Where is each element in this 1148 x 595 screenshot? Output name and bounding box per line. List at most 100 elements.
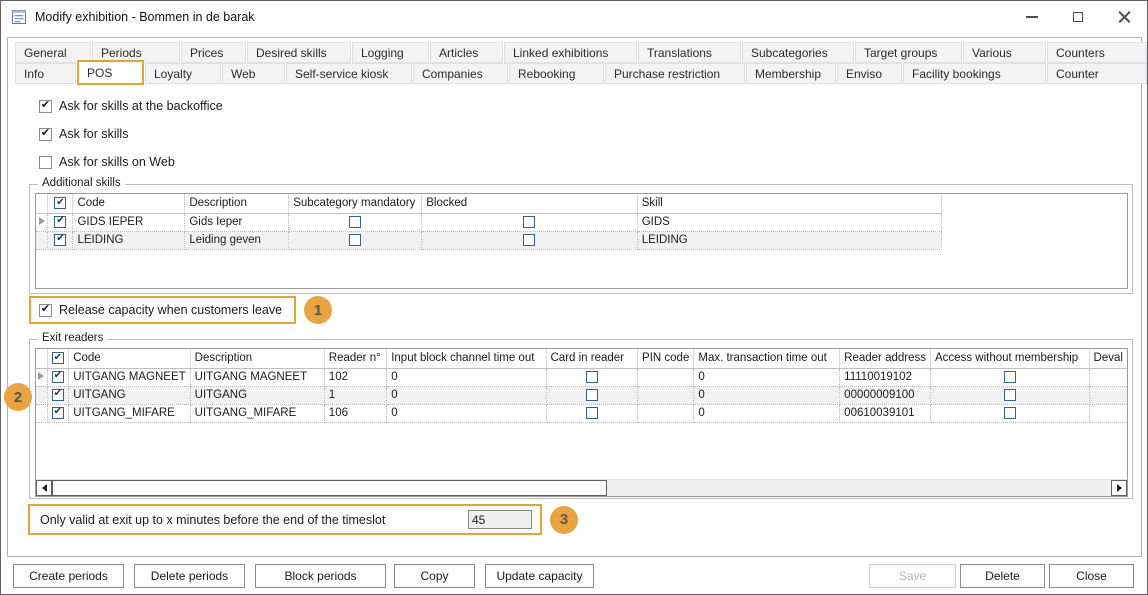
row-checkbox[interactable] — [52, 371, 64, 383]
cell-reader-n[interactable]: 1 — [324, 386, 386, 404]
cell-code[interactable]: LEIDING — [73, 231, 185, 249]
row-selector[interactable] — [36, 404, 47, 422]
tab-target-groups[interactable]: Target groups — [855, 42, 962, 63]
cell-max-transaction[interactable]: 0 — [694, 404, 840, 422]
cell-reader-n[interactable]: 106 — [324, 404, 386, 422]
cell-access-without-membership[interactable] — [931, 368, 1090, 386]
tab-subcategories[interactable]: Subcategories — [742, 42, 854, 63]
cell-pin-code[interactable] — [638, 368, 694, 386]
cell-subcategory-mandatory[interactable] — [289, 231, 422, 249]
cell-pin-code[interactable] — [638, 404, 694, 422]
cell-checkbox[interactable] — [586, 371, 598, 383]
cell-code[interactable]: UITGANG — [69, 386, 190, 404]
tab-companies[interactable]: Companies — [413, 63, 508, 84]
tab-rebooking[interactable]: Rebooking — [509, 63, 604, 84]
cell-card-in-reader[interactable] — [546, 368, 638, 386]
row-check-cell[interactable] — [47, 404, 69, 422]
col-header-blocked[interactable]: Blocked — [422, 194, 638, 213]
row-checkbox[interactable] — [52, 407, 64, 419]
tab-counters[interactable]: Counters — [1047, 42, 1147, 63]
tab-pos[interactable]: POS — [77, 60, 144, 85]
tab-loyalty[interactable]: Loyalty — [145, 63, 221, 84]
cell-description[interactable]: Gids Ieper — [185, 213, 289, 231]
horizontal-scrollbar[interactable] — [36, 479, 1127, 496]
cell-skill[interactable]: GIDS — [637, 213, 941, 231]
cell-deval[interactable] — [1089, 404, 1127, 422]
cell-checkbox[interactable] — [523, 216, 535, 228]
delete-button[interactable]: Delete — [960, 564, 1045, 588]
cell-skill[interactable]: LEIDING — [637, 231, 941, 249]
col-header-pin-code[interactable]: PIN code — [638, 349, 694, 368]
col-header-max-transaction[interactable]: Max. transaction time out — [694, 349, 840, 368]
row-checkbox[interactable] — [52, 389, 64, 401]
cell-code[interactable]: GIDS IEPER — [73, 213, 185, 231]
tab-prices[interactable]: Prices — [181, 42, 246, 63]
close-button[interactable] — [1101, 1, 1147, 32]
cell-blocked[interactable] — [422, 231, 638, 249]
tab-enviso[interactable]: Enviso — [837, 63, 902, 84]
col-header-code[interactable]: Code — [73, 194, 185, 213]
row-checkbox[interactable] — [54, 234, 66, 246]
copy-button[interactable]: Copy — [394, 564, 475, 588]
tab-membership[interactable]: Membership — [746, 63, 836, 84]
select-all-checkbox[interactable] — [52, 352, 64, 364]
col-header-card-in-reader[interactable]: Card in reader — [546, 349, 638, 368]
cell-pin-code[interactable] — [638, 386, 694, 404]
tab-logging[interactable]: Logging — [352, 42, 429, 63]
col-header-skill[interactable]: Skill — [637, 194, 941, 213]
table-row[interactable]: UITGANG_MIFARE UITGANG_MIFARE 106 0 0 00… — [36, 404, 1127, 422]
checkbox-ask-skills-backoffice[interactable]: Ask for skills at the backoffice — [39, 99, 223, 113]
cell-reader-address[interactable]: 00000009100 — [840, 386, 931, 404]
col-header-description[interactable]: Description — [190, 349, 324, 368]
row-checkbox[interactable] — [54, 216, 66, 228]
cell-checkbox[interactable] — [523, 234, 535, 246]
tab-purchase-restriction[interactable]: Purchase restriction — [605, 63, 745, 84]
tab-articles[interactable]: Articles — [430, 42, 503, 63]
cell-max-transaction[interactable]: 0 — [694, 386, 840, 404]
table-row[interactable]: GIDS IEPER Gids Ieper GIDS — [36, 213, 1127, 231]
select-all-checkbox[interactable] — [54, 197, 66, 209]
save-button[interactable]: Save — [869, 564, 956, 588]
select-all-header[interactable] — [48, 194, 73, 213]
table-row[interactable]: UITGANG UITGANG 1 0 0 00000009100 — [36, 386, 1127, 404]
cell-access-without-membership[interactable] — [931, 404, 1090, 422]
row-check-cell[interactable] — [47, 368, 69, 386]
cell-reader-n[interactable]: 102 — [324, 368, 386, 386]
cell-code[interactable]: UITGANG_MIFARE — [69, 404, 190, 422]
tab-self-service-kiosk[interactable]: Self-service kiosk — [286, 63, 412, 84]
cell-input-block[interactable]: 0 — [387, 386, 546, 404]
cell-checkbox[interactable] — [349, 234, 361, 246]
cell-checkbox[interactable] — [1004, 389, 1016, 401]
maximize-button[interactable] — [1055, 1, 1101, 32]
cell-access-without-membership[interactable] — [931, 386, 1090, 404]
cell-code[interactable]: UITGANG MAGNEET — [69, 368, 190, 386]
col-header-input-block[interactable]: Input block channel time out — [387, 349, 546, 368]
col-header-description[interactable]: Description — [185, 194, 289, 213]
checkbox-ask-skills[interactable]: Ask for skills — [39, 127, 128, 141]
cell-description[interactable]: UITGANG_MIFARE — [190, 404, 324, 422]
tab-info[interactable]: Info — [15, 63, 76, 84]
tab-web[interactable]: Web — [222, 63, 285, 84]
checkbox-icon[interactable] — [39, 156, 52, 169]
select-all-header[interactable] — [47, 349, 69, 368]
tab-counter[interactable]: Counter — [1047, 63, 1147, 84]
cell-input-block[interactable]: 0 — [387, 368, 546, 386]
table-row[interactable]: UITGANG MAGNEET UITGANG MAGNEET 102 0 0 … — [36, 368, 1127, 386]
col-header-subcategory-mandatory[interactable]: Subcategory mandatory — [289, 194, 422, 213]
cell-max-transaction[interactable]: 0 — [694, 368, 840, 386]
tab-desired-skills[interactable]: Desired skills — [247, 42, 351, 63]
tab-various[interactable]: Various — [963, 42, 1046, 63]
update-capacity-button[interactable]: Update capacity — [485, 564, 594, 588]
checkbox-icon[interactable] — [39, 128, 52, 141]
tab-linked-exhibitions[interactable]: Linked exhibitions — [504, 42, 637, 63]
col-header-reader-n[interactable]: Reader n° — [324, 349, 386, 368]
cell-checkbox[interactable] — [349, 216, 361, 228]
cell-description[interactable]: UITGANG — [190, 386, 324, 404]
cell-reader-address[interactable]: 00610039101 — [840, 404, 931, 422]
tab-translations[interactable]: Translations — [638, 42, 741, 63]
table-row[interactable]: LEIDING Leiding geven LEIDING — [36, 231, 1127, 249]
cell-checkbox[interactable] — [1004, 371, 1016, 383]
create-periods-button[interactable]: Create periods — [13, 564, 124, 588]
cell-card-in-reader[interactable] — [546, 404, 638, 422]
cell-checkbox[interactable] — [586, 389, 598, 401]
